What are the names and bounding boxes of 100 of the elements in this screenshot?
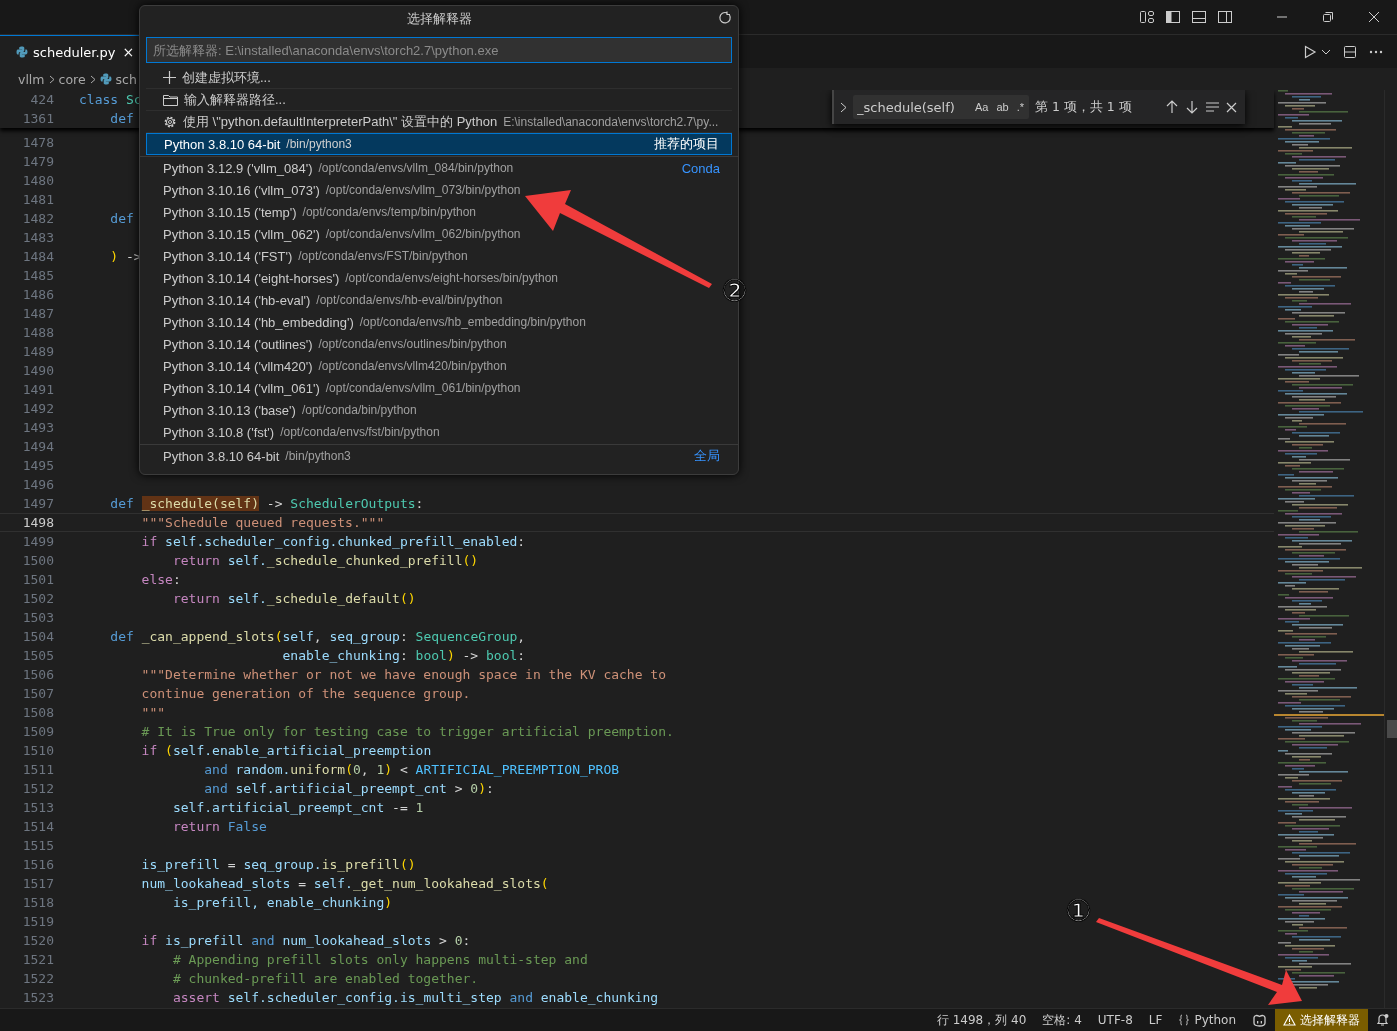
line-number: 1486 [21, 287, 54, 302]
status-item[interactable]: UTF-8 [1089, 1009, 1141, 1031]
line-number: 1495 [21, 458, 54, 473]
interpreter-item[interactable]: Python 3.10.15 ('temp') /opt/conda/envs/temp/bin/python [146, 201, 732, 223]
line-number: 1512 [21, 781, 54, 796]
picker-title: 选择解释器 [406, 9, 472, 28]
run-icon[interactable] [1303, 44, 1317, 59]
code-line: if is_prefill and num_lookahead_slots > 0: [140, 933, 471, 948]
interpreter-item[interactable]: Python 3.10.13 ('base') /opt/conda/bin/python [146, 399, 732, 421]
line-number: 1502 [21, 591, 54, 606]
code-line: is_prefill, enable_chunking) [171, 895, 393, 910]
find-option-toggle[interactable]: Aa [973, 101, 990, 113]
panel-toggle-icon[interactable] [1191, 9, 1207, 25]
secondary-sidebar-icon[interactable] [1217, 9, 1233, 25]
code-line: """Determine whether or not we have enough space in the KV cache to [140, 667, 666, 682]
warning-icon [1283, 1014, 1296, 1026]
interpreter-item[interactable]: Python 3.10.15 ('vllm_062') /opt/conda/envs/vllm_062/bin/python [146, 223, 732, 245]
layout-icon[interactable] [1139, 9, 1155, 25]
more-actions-icon[interactable] [1369, 49, 1383, 54]
language-mode-button[interactable]: Python [1170, 1009, 1244, 1031]
line-number: 1522 [21, 971, 54, 986]
breadcrumb-item[interactable]: core [58, 71, 86, 87]
line-number: 1481 [21, 192, 54, 207]
line-number: 1482 [21, 211, 54, 226]
code-line: # chunked-prefill are enabled together. [171, 971, 479, 986]
interpreter-search-field[interactable]: 所选解释器: E:\installed\anaconda\envs\torch2.7\python.exe [146, 37, 732, 63]
find-input-field[interactable]: _schedule(self) Aa ab .* [853, 95, 1029, 119]
line-number: 1516 [21, 857, 54, 872]
line-number: 1496 [21, 477, 54, 492]
interpreter-item[interactable]: Python 3.10.16 ('vllm_073') /opt/conda/envs/vllm_073/bin/python [146, 179, 732, 201]
interpreter-item[interactable]: Python 3.8.10 64-bit /bin/python3 推荐的项目 [146, 133, 732, 155]
code-line: # Appending prefill slots only happens multi-step and [171, 952, 588, 967]
line-number: 1493 [21, 420, 54, 435]
breadcrumb-item[interactable]: vllm [18, 71, 45, 87]
chevron-right-icon [48, 74, 55, 84]
line-number: 1490 [21, 363, 54, 378]
line-number: 1500 [21, 553, 54, 568]
scrollbar-thumb[interactable] [1387, 720, 1397, 738]
code-line: return self._schedule_default() [171, 591, 416, 606]
code-line: # It is True only for testing case to trigger artificial preemption. [140, 724, 674, 739]
find-option-toggle[interactable]: .* [1015, 101, 1025, 113]
line-number: 1489 [21, 344, 54, 359]
find-in-selection-icon[interactable] [1205, 101, 1220, 113]
line-number: 1517 [21, 876, 54, 891]
interpreter-item[interactable]: Python 3.10.14 ('hb_embedding') /opt/conda/envs/hb_embedding/bin/python [146, 311, 732, 333]
line-number: 1499 [21, 534, 54, 549]
line-number: 1505 [21, 648, 54, 663]
line-number: 1518 [21, 895, 54, 910]
code-line: return False [171, 819, 267, 834]
picker-action[interactable]: 输入解释器路径... [146, 89, 732, 111]
line-number: 1508 [21, 705, 54, 720]
editor-tab[interactable]: scheduler.py × [0, 35, 141, 68]
match-count: 第 1 项，共 1 项 [1035, 98, 1133, 116]
code-line: self.artificial_preempt_cnt -= 1 [171, 800, 424, 815]
line-number: 1498 [21, 515, 54, 530]
split-editor-icon[interactable] [1343, 44, 1357, 59]
status-item[interactable]: 空格: 4 [1034, 1009, 1090, 1031]
arrow-up-icon[interactable] [1165, 100, 1179, 114]
close-tab-button[interactable]: × [122, 44, 135, 60]
code-line: def [109, 211, 134, 226]
chevron-right-icon[interactable] [840, 101, 847, 113]
line-number: 1480 [21, 173, 54, 188]
select-interpreter-button[interactable]: 选择解释器 [1275, 1009, 1368, 1031]
code-line: is_prefill = seq_group.is_prefill() [140, 857, 416, 872]
python-file-icon [16, 46, 28, 58]
interpreter-item[interactable]: Python 3.10.14 ('vllm420') /opt/conda/envs/vllm420/bin/python [146, 355, 732, 377]
interpreter-item[interactable]: Python 3.10.14 ('FST') /opt/conda/envs/FST/bin/python [146, 245, 732, 267]
tab-label: scheduler.py [33, 44, 116, 60]
chevron-down-icon[interactable] [1321, 48, 1331, 55]
status-item[interactable]: 行 1498，列 40 [928, 1009, 1035, 1031]
line-number: 1504 [21, 629, 54, 644]
code-line: def _schedule(self) -> SchedulerOutputs: [109, 496, 424, 511]
interpreter-item[interactable]: Python 3.10.14 ('outlines') /opt/conda/envs/outlines/bin/python [146, 333, 732, 355]
status-item[interactable]: LF [1140, 1009, 1171, 1031]
arrow-down-icon[interactable] [1185, 100, 1199, 114]
line-number: 1501 [21, 572, 54, 587]
sidebar-toggle-icon[interactable] [1165, 9, 1181, 25]
code-line: and self.artificial_preempt_cnt > 0): [203, 781, 494, 796]
line-number: 1515 [21, 838, 54, 853]
folder-icon [163, 93, 178, 106]
annotation-number: ① [1065, 896, 1092, 926]
line-number: 1509 [21, 724, 54, 739]
line-number: 1521 [21, 952, 54, 967]
code-line: """Schedule queued requests.""" [140, 515, 385, 530]
interpreter-item[interactable]: Python 3.8.10 64-bit /bin/python3 全局 [146, 445, 732, 467]
refresh-icon[interactable] [718, 11, 732, 25]
interpreter-item[interactable]: Python 3.10.8 ('fst') /opt/conda/envs/fst/bin/python [146, 421, 732, 443]
close-icon[interactable] [1226, 101, 1237, 113]
picker-action[interactable]: 创建虚拟环境... [146, 67, 732, 89]
code-line: enable_chunking: bool) -> bool: [281, 648, 526, 663]
interpreter-item[interactable]: Python 3.10.14 ('vllm_061') /opt/conda/envs/vllm_061/bin/python [146, 377, 732, 399]
find-option-toggle[interactable]: ab [995, 101, 1010, 113]
chevron-right-icon [89, 74, 96, 84]
code-line: and random.uniform(0, 1) < ARTIFICIAL_PREEMPTION_PROB [203, 762, 620, 777]
code-line: continue generation of the sequence group. [140, 686, 471, 701]
line-number: 1511 [21, 762, 54, 777]
breadcrumb-item[interactable]: sch [115, 71, 137, 87]
code-line: if (self.enable_artificial_preemption [140, 743, 432, 758]
interpreter-item[interactable]: Python 3.12.9 ('vllm_084') /opt/conda/envs/vllm_084/bin/python Conda [146, 157, 732, 179]
line-number: 1361 [21, 111, 54, 126]
